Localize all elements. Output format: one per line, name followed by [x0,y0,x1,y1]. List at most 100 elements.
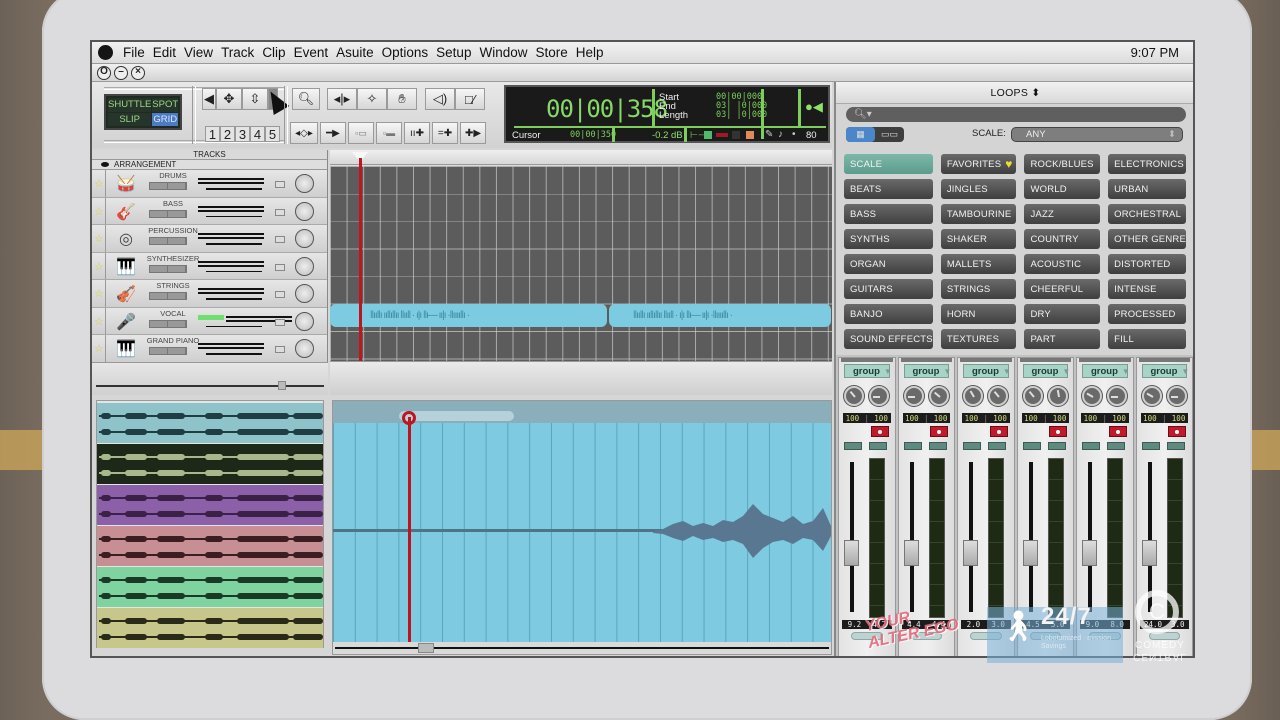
mode-grid[interactable]: GRID [152,112,179,126]
tempo-value[interactable]: 80 [806,131,817,141]
pencil-icon[interactable]: ✎ [765,129,773,140]
volume-fader[interactable] [1141,540,1157,566]
speaker-scrub-icon[interactable]: ◁) [425,88,455,110]
mute-button[interactable] [844,442,862,450]
loops-header[interactable]: LOOPS ⬍ [836,82,1193,104]
loop-category-button[interactable]: PART [1024,329,1101,349]
loop-category-button[interactable]: ELECTRONICS [1108,154,1186,174]
loop-category-button[interactable]: URBAN [1108,179,1186,199]
volume-fader[interactable] [963,540,978,566]
arrangement-grid[interactable]: ‖ıı‖ı ıı‖ı‖ıı ‖ıı‖ · ı|ı ‖ı— ıı|ı ·‖ıııı… [330,166,832,361]
record-arm-button[interactable] [1168,426,1186,437]
zoom-preset-3[interactable]: 3 [235,126,250,142]
sort-arrows-icon[interactable]: ⬍ [1031,87,1040,99]
star-icon[interactable]: ☆ [94,342,104,355]
menu-help[interactable]: Help [572,45,608,60]
duplicate-icon[interactable]: ıı✚ [404,122,430,144]
pan-knob[interactable] [295,174,314,193]
solo-button[interactable] [988,442,1006,450]
record-arm-button[interactable] [1108,426,1127,437]
punch-indicator-icon[interactable] [746,131,754,139]
pan-knob[interactable] [869,386,889,406]
waveform-editor[interactable] [332,400,832,655]
star-icon[interactable]: ☆ [94,232,104,245]
play-indicator-icon[interactable] [704,131,712,139]
pan-knob[interactable] [988,386,1008,406]
mute-solo-buttons[interactable] [149,292,187,300]
pan-knob[interactable] [295,284,314,303]
loop-category-button[interactable]: MALLETS [940,254,1017,274]
track-list-scrollbar[interactable] [96,385,324,387]
solo-button[interactable] [1047,442,1066,450]
track-row[interactable]: ☆ 🎻 STRINGS [92,280,327,308]
editor-scrollbar[interactable] [333,642,831,654]
zoom-fit-icon[interactable]: ◂◇▸ [290,122,318,144]
mute-solo-buttons[interactable] [149,264,187,273]
mute-button[interactable] [903,442,922,450]
list-view-icon[interactable]: ▭▭ [875,127,904,142]
loop-category-button[interactable]: FAVORITES ♥ [940,154,1017,174]
record-arm-button[interactable] [930,426,948,437]
loop-category-button[interactable]: STRINGS [940,279,1017,299]
pan-knob[interactable] [295,339,314,358]
zoom-preset-5[interactable]: 5 [265,126,280,142]
shift-right-icon[interactable]: ━▶ [320,122,346,144]
track-row[interactable]: ☆ 🎸 BASS [92,197,327,225]
add-marker-icon[interactable]: ✚▶ [460,122,486,144]
track-settings-icon[interactable] [275,236,285,243]
loop-category-button[interactable]: FILL [1108,329,1186,349]
send-knob[interactable] [1141,386,1162,406]
star-icon[interactable]: ☆ [94,205,104,218]
loop-category-button[interactable]: DRY [1024,304,1101,324]
menu-edit[interactable]: Edit [149,45,180,60]
pan-knob[interactable] [295,201,314,221]
loop-category-button[interactable]: ORGAN [844,254,933,274]
track-settings-icon[interactable] [275,208,285,216]
mute-solo-buttons[interactable] [149,237,187,245]
loop-category-button[interactable]: COUNTRY [1024,229,1101,249]
trim-tool-icon[interactable]: ◂|▸ [327,88,357,110]
volume-fader[interactable] [1082,540,1097,566]
loop-category-button[interactable]: DISTORTED [1108,254,1186,274]
volume-slider[interactable] [206,243,262,245]
loops-search-input[interactable]: 🔍︎▾ [846,107,1186,122]
track-settings-icon[interactable] [275,291,285,298]
mode-spot[interactable]: SPOT [152,98,179,112]
pan-knob[interactable] [1107,386,1127,406]
menu-file[interactable]: File [119,45,149,60]
track-row[interactable]: ☆ 🥁 DRUMS [92,170,327,198]
scroll-thumb[interactable] [278,381,286,390]
overview-track-band[interactable] [97,485,323,525]
volume-slider[interactable] [206,270,262,272]
menu-store[interactable]: Store [531,45,571,60]
pan-knob[interactable] [295,229,314,248]
menu-event[interactable]: Event [290,45,333,60]
send-knob[interactable] [903,386,924,406]
solo-button[interactable] [869,442,887,450]
merge-icon[interactable]: =✚ [432,122,458,144]
pan-knob[interactable] [295,311,314,331]
overview-track-band[interactable] [97,526,323,566]
arrangement-header[interactable]: ARRANGEMENT [92,160,327,170]
track-settings-icon[interactable] [275,346,285,353]
record-arm-button[interactable] [989,426,1008,437]
group-select[interactable]: group ▼ [963,364,1011,378]
group-select[interactable]: group ▼ [844,364,892,378]
star-icon[interactable]: ☆ [94,177,104,190]
mute-button[interactable] [963,442,981,450]
menu-asuite[interactable]: Asuite [332,45,378,60]
loop-category-button[interactable]: CHEERFUL [1024,279,1101,299]
zoom-preset-1[interactable]: 1 [205,126,220,142]
volume-fader[interactable] [1022,540,1038,566]
mute-button[interactable] [1022,442,1041,450]
vocal-clip[interactable]: ‖ıı‖ı ıı‖ı‖ıı ‖ıı‖ · ı|ı ‖ı— ıı|ı ·‖ıııı… [330,304,607,327]
insert-icon[interactable]: ▫▭ [348,122,374,144]
overview-track-band[interactable] [97,444,323,484]
volume-slider[interactable] [206,325,262,327]
mute-button[interactable] [1082,442,1100,450]
mute-solo-buttons[interactable] [149,209,187,218]
grid-view-icon[interactable]: ▦ [846,127,875,142]
hand-grab-icon[interactable]: ✋︎ [387,88,417,110]
timeline-ruler[interactable] [330,150,832,165]
volume-fader[interactable] [903,540,919,566]
